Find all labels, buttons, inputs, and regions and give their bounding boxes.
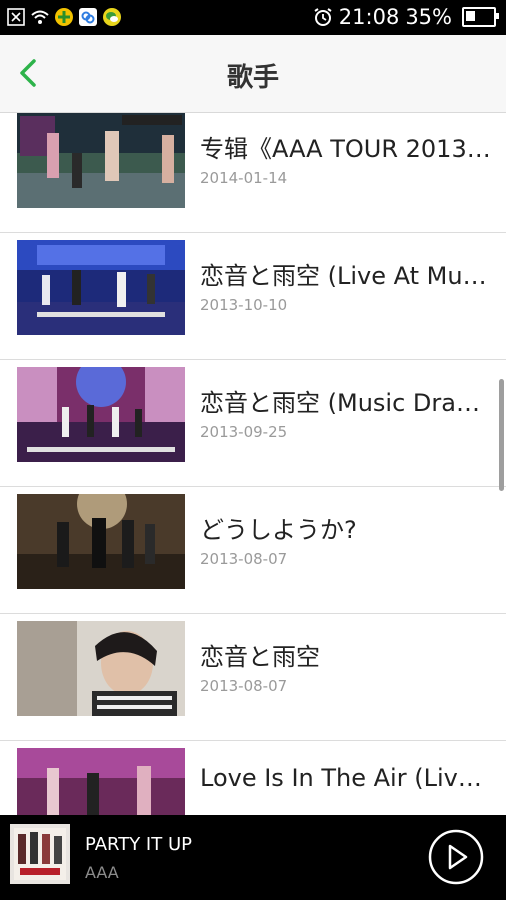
notification-icons [6, 7, 122, 27]
play-icon[interactable] [428, 829, 484, 885]
video-date: 2013-08-07 [200, 550, 288, 568]
video-thumbnail[interactable] [17, 621, 185, 716]
song-title: PARTY IT UP [85, 834, 192, 855]
video-date: 2013-09-25 [200, 423, 288, 441]
status-time: 21:08 [338, 5, 400, 29]
mini-player[interactable]: PARTY IT UP AAA [0, 815, 506, 900]
video-date: 2013-10-10 [200, 296, 288, 314]
video-thumbnail[interactable] [17, 367, 185, 462]
video-date: 2013-08-07 [200, 677, 288, 695]
video-thumbnail[interactable] [17, 240, 185, 335]
video-date: 2014-01-14 [200, 169, 288, 187]
list-item[interactable]: 专辑《AAA TOUR 2013 Eighth Wonder》 2014-01-… [0, 113, 506, 233]
video-list[interactable]: 专辑《AAA TOUR 2013 Eighth Wonder》 2014-01-… [0, 113, 506, 815]
list-item[interactable]: 恋音と雨空 2013-08-07 [0, 613, 506, 741]
battery-fill [466, 11, 475, 21]
battery-percent: 35% [405, 5, 452, 29]
wechat-icon [103, 8, 121, 26]
status-right: 21:08 35% [313, 5, 499, 29]
close-box-icon [7, 8, 25, 26]
list-item[interactable]: どうしようか? 2013-08-07 [0, 486, 506, 614]
video-thumbnail[interactable] [17, 113, 185, 208]
album-cover[interactable] [10, 824, 70, 884]
list-item[interactable]: Love Is In The Air (Live... [0, 740, 506, 815]
app-header: 歌手 [0, 35, 506, 113]
video-thumbnail[interactable] [17, 748, 185, 815]
alarm-icon [314, 8, 332, 26]
video-thumbnail[interactable] [17, 494, 185, 589]
song-artist: AAA [85, 863, 119, 882]
list-item[interactable]: 恋音と雨空 (Music Dragon) 2013-09-25 [0, 359, 506, 487]
battery-icon [462, 7, 499, 27]
video-title: 恋音と雨空 (Live At Music Station) [200, 262, 495, 290]
video-title: Love Is In The Air (Live... [200, 764, 495, 792]
video-title: 恋音と雨空 [200, 643, 320, 671]
video-title: どうしようか? [200, 516, 357, 544]
wifi-icon [31, 10, 49, 24]
scrollbar[interactable] [499, 379, 504, 491]
baidu-icon [79, 8, 97, 26]
status-bar: 21:08 35% [0, 0, 506, 35]
page-title: 歌手 [226, 63, 279, 93]
video-title: 恋音と雨空 (Music Dragon) [200, 389, 495, 417]
app-icon [55, 8, 73, 26]
list-item[interactable]: 恋音と雨空 (Live At Music Station) 2013-10-10 [0, 232, 506, 360]
video-title: 专辑《AAA TOUR 2013 Eighth Wonder》 [200, 135, 495, 163]
